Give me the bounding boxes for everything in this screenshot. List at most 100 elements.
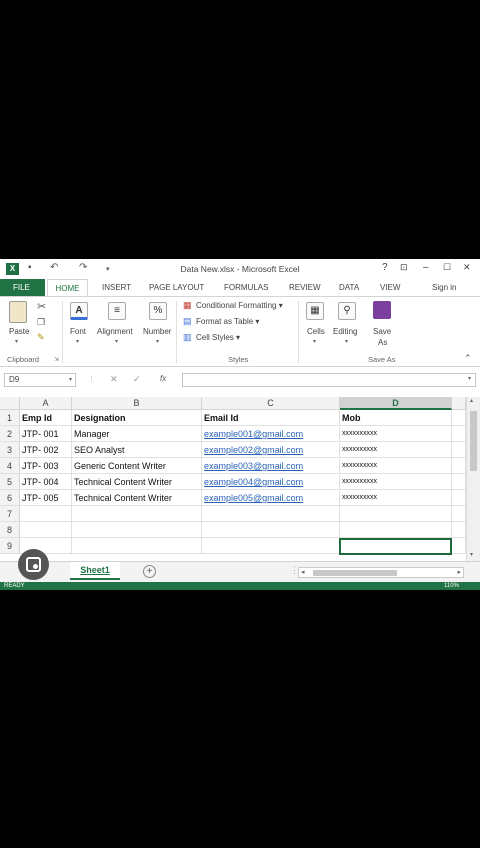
cell-a1[interactable]: Emp Id — [20, 410, 72, 426]
add-sheet-button[interactable]: + — [143, 565, 156, 578]
insert-function-button[interactable]: fx — [160, 374, 166, 383]
expand-formula-bar-icon[interactable]: ▾ — [468, 375, 471, 382]
ribbon-display-options-icon[interactable]: ⊡ — [400, 262, 408, 273]
maximize-icon[interactable]: ☐ — [443, 262, 451, 273]
row-header-8[interactable]: 8 — [0, 522, 20, 538]
cell-c6[interactable]: example005@gmail.com — [202, 490, 340, 506]
cell-e9[interactable] — [452, 538, 466, 554]
row-header-7[interactable]: 7 — [0, 506, 20, 522]
format-painter-icon[interactable]: ✎ — [37, 332, 45, 343]
format-as-table-button[interactable]: Format as Table ▾ — [196, 317, 259, 326]
close-icon[interactable]: ✕ — [463, 262, 471, 273]
cells-icon[interactable]: ▦ — [306, 302, 324, 320]
tab-home[interactable]: HOME — [47, 279, 88, 297]
cell-c3[interactable]: example002@gmail.com — [202, 442, 340, 458]
cell-a2[interactable]: JTP- 001 — [20, 426, 72, 442]
cell-a8[interactable] — [20, 522, 72, 538]
name-box-dropdown-icon[interactable]: ▾ — [69, 374, 72, 386]
zoom-level[interactable]: 110% — [444, 582, 459, 590]
cell-e2[interactable] — [452, 426, 466, 442]
cell-b5[interactable]: Technical Content Writer — [72, 474, 202, 490]
copy-icon[interactable]: ❐ — [37, 317, 45, 328]
row-header-3[interactable]: 3 — [0, 442, 20, 458]
column-header-b[interactable]: B — [72, 397, 202, 410]
tab-formulas[interactable]: FORMULAS — [224, 283, 268, 292]
lens-icon[interactable] — [18, 549, 49, 580]
cell-a6[interactable]: JTP- 005 — [20, 490, 72, 506]
collapse-ribbon-icon[interactable]: ⌃ — [464, 353, 472, 364]
cell-d3[interactable]: xxxxxxxxxx — [340, 442, 452, 458]
cell-b8[interactable] — [72, 522, 202, 538]
cell-c2[interactable]: example001@gmail.com — [202, 426, 340, 442]
cell-c8[interactable] — [202, 522, 340, 538]
vertical-scroll-thumb[interactable] — [470, 411, 477, 471]
cell-d5[interactable]: xxxxxxxxxx — [340, 474, 452, 490]
number-button[interactable]: Number — [143, 327, 171, 336]
vertical-scrollbar[interactable]: ▴ ▾ — [466, 397, 480, 561]
clipboard-launcher-icon[interactable]: ⇲ — [54, 356, 59, 363]
cell-c7[interactable] — [202, 506, 340, 522]
cell-b6[interactable]: Technical Content Writer — [72, 490, 202, 506]
horizontal-scroll-thumb[interactable] — [313, 570, 397, 576]
cell-d1[interactable]: Mob — [340, 410, 452, 426]
cut-icon[interactable]: ✂ — [37, 300, 46, 313]
help-icon[interactable]: ? — [382, 262, 388, 273]
alignment-button[interactable]: Alignment — [97, 327, 133, 336]
tab-review[interactable]: REVIEW — [289, 283, 321, 292]
cell-d7[interactable] — [340, 506, 452, 522]
cell-d8[interactable] — [340, 522, 452, 538]
row-header-6[interactable]: 6 — [0, 490, 20, 506]
select-all-corner[interactable] — [0, 397, 20, 410]
cell-b2[interactable]: Manager — [72, 426, 202, 442]
formula-input[interactable]: ▾ — [182, 373, 476, 387]
tab-data[interactable]: DATA — [339, 283, 359, 292]
cell-e6[interactable] — [452, 490, 466, 506]
save-as-button[interactable]: Save — [373, 327, 391, 336]
cancel-icon[interactable]: ✕ — [110, 374, 118, 385]
tab-file[interactable]: FILE — [0, 279, 45, 296]
tab-insert[interactable]: INSERT — [102, 283, 131, 292]
cell-e5[interactable] — [452, 474, 466, 490]
cell-b9[interactable] — [72, 538, 202, 554]
cell-a4[interactable]: JTP- 003 — [20, 458, 72, 474]
alignment-icon[interactable]: ≡ — [108, 302, 126, 320]
row-header-4[interactable]: 4 — [0, 458, 20, 474]
cell-a5[interactable]: JTP- 004 — [20, 474, 72, 490]
cell-b1[interactable]: Designation — [72, 410, 202, 426]
tab-view[interactable]: VIEW — [380, 283, 400, 292]
column-header-e[interactable] — [452, 397, 466, 410]
scroll-left-icon[interactable]: ◂ — [301, 568, 305, 576]
row-header-1[interactable]: 1 — [0, 410, 20, 426]
enter-icon[interactable]: ✓ — [133, 374, 141, 385]
cell-e7[interactable] — [452, 506, 466, 522]
column-header-d[interactable]: D — [340, 397, 452, 410]
cell-c1[interactable]: Email Id — [202, 410, 340, 426]
number-format-icon[interactable]: % — [149, 302, 167, 320]
scroll-down-icon[interactable]: ▾ — [470, 551, 473, 558]
horizontal-scrollbar[interactable]: ◂ ▸ — [298, 567, 464, 578]
scroll-up-icon[interactable]: ▴ — [470, 397, 473, 404]
cell-e1[interactable] — [452, 410, 466, 426]
cell-e8[interactable] — [452, 522, 466, 538]
active-cell-d9[interactable] — [339, 538, 452, 555]
font-button[interactable]: Font — [70, 327, 86, 336]
cell-b4[interactable]: Generic Content Writer — [72, 458, 202, 474]
font-icon[interactable]: A — [70, 302, 88, 320]
minimize-icon[interactable]: – — [423, 262, 429, 273]
cell-e3[interactable] — [452, 442, 466, 458]
cell-e4[interactable] — [452, 458, 466, 474]
cell-c9[interactable] — [202, 538, 340, 554]
cell-a3[interactable]: JTP- 002 — [20, 442, 72, 458]
paste-dropdown-icon[interactable]: ▾ — [15, 338, 18, 345]
cells-button[interactable]: Cells — [307, 327, 325, 336]
sign-in-link[interactable]: Sign in — [432, 283, 456, 292]
cell-styles-button[interactable]: Cell Styles ▾ — [196, 333, 240, 342]
column-header-c[interactable]: C — [202, 397, 340, 410]
scroll-right-icon[interactable]: ▸ — [457, 568, 461, 576]
cell-c4[interactable]: example003@gmail.com — [202, 458, 340, 474]
cell-d6[interactable]: xxxxxxxxxx — [340, 490, 452, 506]
row-header-2[interactable]: 2 — [0, 426, 20, 442]
tab-page-layout[interactable]: PAGE LAYOUT — [149, 283, 204, 292]
cell-c5[interactable]: example004@gmail.com — [202, 474, 340, 490]
row-header-9[interactable]: 9 — [0, 538, 20, 554]
